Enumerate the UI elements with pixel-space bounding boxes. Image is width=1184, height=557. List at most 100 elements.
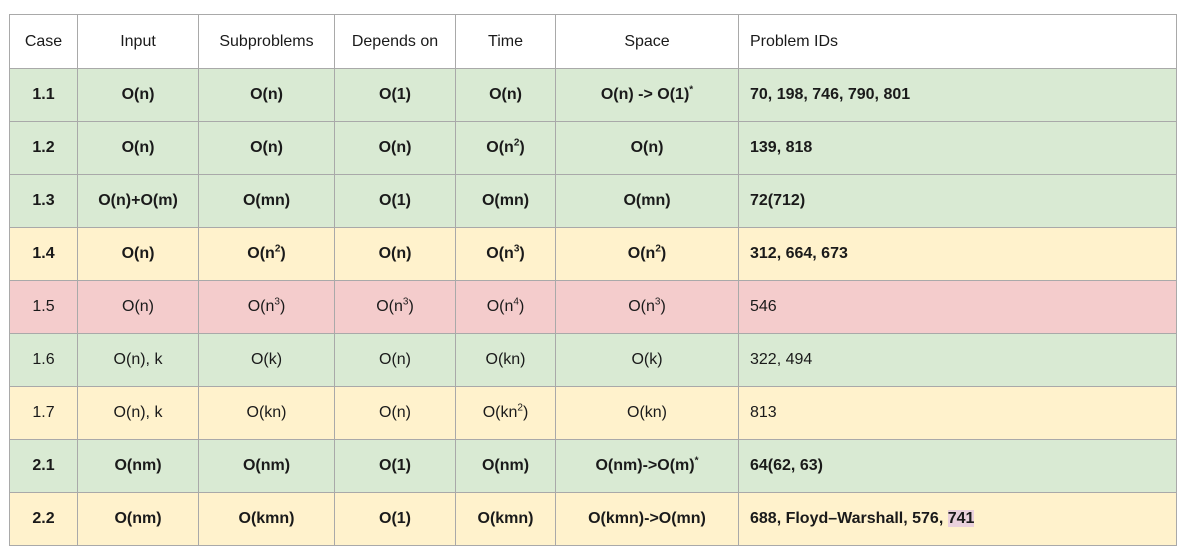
case-text: 1.7 xyxy=(32,404,55,421)
cell-space: O(n3) xyxy=(555,280,739,334)
cell-space: O(k) xyxy=(555,333,739,387)
cell-space: O(kmn)->O(mn) xyxy=(555,492,739,546)
input-text: O(n) xyxy=(122,298,154,315)
cell-space: O(nm)->O(m)* xyxy=(555,439,739,493)
cell-ids: 546 xyxy=(738,280,1177,334)
ids-text: 312, 664, 673 xyxy=(750,245,848,262)
ids-text: 813 xyxy=(750,404,777,421)
time-text: O(kn xyxy=(482,404,518,421)
cell-depends: O(1) xyxy=(334,68,456,122)
time-text: O(mn) xyxy=(481,192,530,209)
time-text: O(n) xyxy=(489,86,522,103)
header-case: Case xyxy=(9,14,78,69)
case-text: 1.1 xyxy=(32,86,55,103)
cell-subproblems: O(n2) xyxy=(198,227,335,281)
input-text: O(n) xyxy=(121,86,155,103)
space-text: O(n xyxy=(628,298,655,315)
case-text: 2.1 xyxy=(32,457,55,474)
cell-input: O(n) xyxy=(77,280,199,334)
subproblems-tail: ) xyxy=(279,298,286,315)
depends-text: O(n) xyxy=(378,245,412,262)
cell-time: O(n3) xyxy=(455,227,556,281)
space-text: O(kmn)->O(mn) xyxy=(588,510,706,527)
cell-depends: O(1) xyxy=(334,174,456,228)
subproblems-text: O(n) xyxy=(250,86,283,103)
cell-subproblems: O(n) xyxy=(198,68,335,122)
time-text: O(n xyxy=(486,245,514,262)
time-text: O(kmn) xyxy=(477,510,534,527)
cell-ids: 64(62, 63) xyxy=(738,439,1177,493)
space-text: O(n xyxy=(627,245,656,262)
time-tail: ) xyxy=(518,298,525,315)
header-subproblems: Subproblems xyxy=(198,14,335,69)
cell-depends: O(1) xyxy=(334,492,456,546)
table-row: 1.1 O(n) O(n) O(1) O(n) O(n) -> O(1)* 70, 198,… xyxy=(9,68,1177,122)
depends-text: O(n) xyxy=(379,404,411,421)
depends-text: O(1) xyxy=(379,457,411,474)
depends-text: O(1) xyxy=(379,510,411,527)
header-space: Space xyxy=(555,14,739,69)
depends-text: O(1) xyxy=(379,192,411,209)
cell-input: O(n) xyxy=(77,121,199,175)
cell-space: O(n) xyxy=(555,121,739,175)
cell-input: O(n) xyxy=(77,227,199,281)
header-depends-on: Depends on xyxy=(334,14,456,69)
subproblems-text: O(mn) xyxy=(242,192,291,209)
table-row: 1.2 O(n) O(n) O(n) O(n2) O(n) 139, 818 xyxy=(9,121,1177,175)
space-text: O(n) xyxy=(630,139,664,156)
highlighted-problem-id: 741 xyxy=(947,510,975,527)
subproblems-text: O(kmn) xyxy=(238,510,295,527)
ids-text: 322, 494 xyxy=(750,351,813,368)
cell-case: 1.4 xyxy=(9,227,78,281)
cell-ids: 139, 818 xyxy=(738,121,1177,175)
space-text: O(kn) xyxy=(627,404,667,421)
depends-text: O(1) xyxy=(379,86,411,103)
input-text: O(n), k xyxy=(113,351,163,368)
cell-space: O(kn) xyxy=(555,386,739,440)
table-row: 2.2 O(nm) O(kmn) O(1) O(kmn) O(kmn)->O(mn) 688… xyxy=(9,492,1177,546)
space-superscript: * xyxy=(689,84,694,96)
cell-ids: 322, 494 xyxy=(738,333,1177,387)
cell-depends: O(n) xyxy=(334,227,456,281)
space-superscript: * xyxy=(694,455,699,467)
cell-subproblems: O(kn) xyxy=(198,386,335,440)
table-row: 1.3 O(n)+O(m) O(mn) O(1) O(mn) O(mn) 72(712) xyxy=(9,174,1177,228)
time-text: O(n xyxy=(486,139,514,156)
cell-depends: O(n3) xyxy=(334,280,456,334)
complexity-table: Case Input Subproblems Depends on Time S… xyxy=(9,14,1177,546)
cell-subproblems: O(n) xyxy=(198,121,335,175)
space-tail: ) xyxy=(660,245,667,262)
space-text: O(n) -> O(1) xyxy=(600,86,690,103)
cell-time: O(n) xyxy=(455,68,556,122)
cell-input: O(n), k xyxy=(77,333,199,387)
table-row: 2.1 O(nm) O(nm) O(1) O(nm) O(nm)->O(m)* 64(62,… xyxy=(9,439,1177,493)
cell-time: O(kmn) xyxy=(455,492,556,546)
cell-subproblems: O(nm) xyxy=(198,439,335,493)
space-text: O(nm)->O(m) xyxy=(595,457,695,474)
cell-time: O(n4) xyxy=(455,280,556,334)
cell-subproblems: O(n3) xyxy=(198,280,335,334)
depends-text: O(n xyxy=(376,298,403,315)
depends-text: O(n) xyxy=(378,139,412,156)
table-row: 1.5 O(n) O(n3) O(n3) O(n4) O(n3) 546 xyxy=(9,280,1177,334)
cell-ids: 813 xyxy=(738,386,1177,440)
cell-input: O(n), k xyxy=(77,386,199,440)
cell-case: 1.7 xyxy=(9,386,78,440)
cell-time: O(n2) xyxy=(455,121,556,175)
input-text: O(n) xyxy=(121,245,155,262)
table-row: 1.6 O(n), k O(k) O(n) O(kn) O(k) 322, 494 xyxy=(9,333,1177,387)
table-row: 1.7 O(n), k O(kn) O(n) O(kn2) O(kn) 813 xyxy=(9,386,1177,440)
cell-depends: O(n) xyxy=(334,386,456,440)
cell-depends: O(n) xyxy=(334,333,456,387)
case-text: 1.6 xyxy=(32,351,55,368)
cell-ids: 688, Floyd–Warshall, 576, 741 xyxy=(738,492,1177,546)
ids-text: 139, 818 xyxy=(750,139,813,156)
cell-time: O(mn) xyxy=(455,174,556,228)
subproblems-text: O(n xyxy=(247,245,275,262)
case-text: 1.4 xyxy=(32,245,55,262)
cell-case: 1.2 xyxy=(9,121,78,175)
subproblems-text: O(kn) xyxy=(246,404,287,421)
depends-tail: ) xyxy=(408,298,414,315)
time-tail: ) xyxy=(519,139,525,156)
cell-ids: 70, 198, 746, 790, 801 xyxy=(738,68,1177,122)
